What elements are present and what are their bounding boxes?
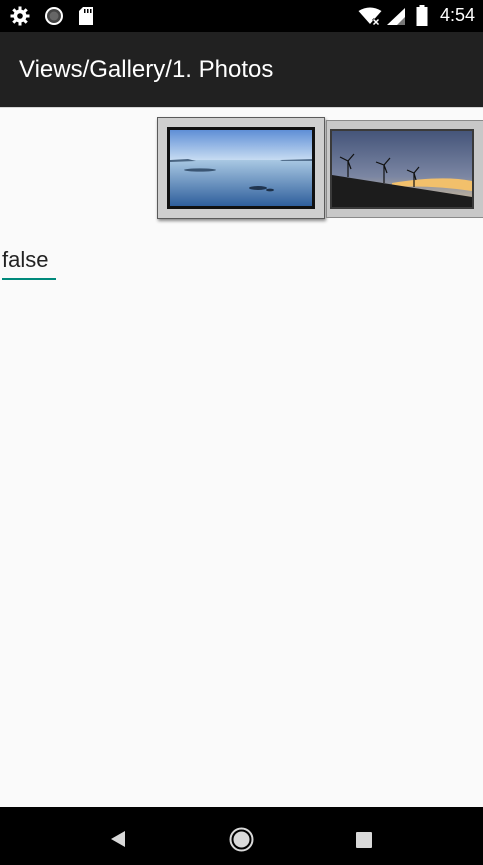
status-bar: 4:54 (0, 0, 483, 32)
input-underline (2, 278, 56, 280)
wind-turbines-photo (330, 129, 474, 209)
wifi-icon (358, 7, 382, 30)
clock: 4:54 (439, 5, 475, 25)
navigation-bar (0, 807, 483, 865)
page-title: Views/Gallery/1. Photos (19, 56, 274, 83)
home-icon[interactable] (229, 827, 254, 857)
sync-icon (44, 6, 64, 31)
gallery-item-wind-turbines[interactable] (326, 120, 483, 218)
battery-icon (416, 5, 428, 31)
sd-card-icon (78, 6, 94, 31)
app-bar: Views/Gallery/1. Photos (0, 32, 483, 107)
back-icon[interactable] (110, 830, 126, 853)
settings-icon (10, 6, 30, 31)
gallery-item-lake[interactable] (157, 117, 325, 219)
recents-icon[interactable] (356, 832, 372, 853)
photo-gallery[interactable] (0, 108, 483, 226)
lake-photo (167, 127, 315, 209)
signal-icon (386, 7, 406, 30)
text-input[interactable]: false (2, 246, 48, 274)
